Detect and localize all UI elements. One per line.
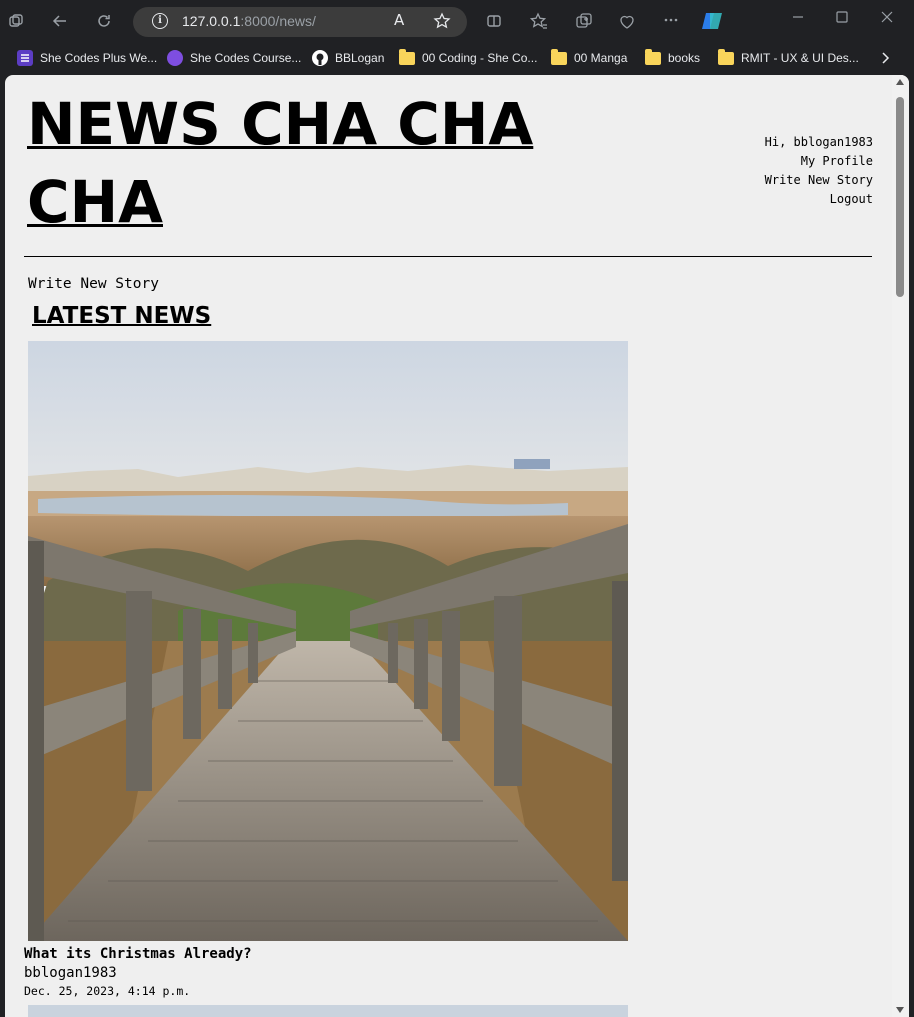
- read-aloud-icon[interactable]: A: [394, 12, 404, 28]
- bookmark-item[interactable]: books: [645, 48, 701, 67]
- latest-news-heading: LATEST NEWS: [32, 303, 212, 329]
- copilot-icon[interactable]: [700, 9, 724, 36]
- bookmark-label: She Codes Course...: [190, 51, 302, 65]
- story-author: bblogan1983: [24, 965, 117, 981]
- scroll-down-icon[interactable]: [896, 1007, 904, 1013]
- folder-icon: [551, 48, 567, 65]
- bookmark-item[interactable]: She Codes Plus We...: [17, 49, 157, 67]
- bookmarks-bar: She Codes Plus We... She Codes Course...…: [0, 42, 914, 74]
- url-text[interactable]: 127.0.0.1:8000/news/: [182, 13, 316, 29]
- user-greeting: Hi, bblogan1983: [764, 135, 873, 149]
- close-icon[interactable]: [880, 10, 894, 28]
- bookmark-label: RMIT - UX & UI Des...: [741, 51, 859, 65]
- folder-icon: [399, 48, 415, 65]
- next-story-image[interactable]: [28, 1005, 628, 1017]
- story-title[interactable]: What its Christmas Already?: [24, 946, 252, 962]
- bookmark-item[interactable]: 00 Manga: [551, 48, 628, 67]
- back-icon[interactable]: [52, 13, 68, 32]
- favorites-icon[interactable]: [529, 12, 548, 33]
- bookmark-label: 00 Manga: [574, 51, 628, 65]
- circle-icon: [167, 50, 183, 66]
- site-info-icon[interactable]: i: [152, 13, 168, 29]
- write-new-story-nav-link[interactable]: Write New Story: [765, 171, 873, 190]
- page-viewport: NEWS CHA CHA CHA Hi, bblogan1983 My Prof…: [5, 75, 909, 1017]
- write-new-story-link[interactable]: Write New Story: [28, 276, 159, 292]
- browser-titlebar: i 127.0.0.1:8000/news/ A: [0, 0, 914, 42]
- refresh-icon[interactable]: [96, 13, 112, 32]
- scroll-up-icon[interactable]: [896, 79, 904, 85]
- header-divider: [24, 256, 872, 257]
- minimize-icon[interactable]: [791, 10, 805, 28]
- more-options-icon[interactable]: [663, 12, 679, 31]
- my-profile-link[interactable]: My Profile: [765, 152, 873, 171]
- list-icon: [17, 50, 33, 66]
- bookmark-label: She Codes Plus We...: [40, 51, 158, 65]
- github-icon: [312, 50, 328, 66]
- story-date: Dec. 25, 2023, 4:14 p.m.: [24, 984, 191, 998]
- maximize-icon[interactable]: [835, 10, 849, 28]
- site-title[interactable]: NEWS CHA CHA CHA: [27, 85, 587, 241]
- bookmark-item[interactable]: 00 Coding - She Co...: [399, 48, 538, 67]
- story-image[interactable]: [28, 341, 628, 941]
- split-screen-icon[interactable]: [486, 13, 502, 32]
- browser-essentials-icon[interactable]: [618, 12, 636, 33]
- bookmark-item[interactable]: RMIT - UX & UI Des...: [718, 48, 859, 67]
- collections-icon[interactable]: [575, 12, 593, 33]
- favorite-star-icon[interactable]: [433, 12, 451, 33]
- bookmark-label: books: [668, 51, 701, 65]
- logout-link[interactable]: Logout: [765, 190, 873, 209]
- scroll-thumb[interactable]: [896, 97, 904, 297]
- folder-icon: [718, 48, 734, 65]
- page-scrollbar[interactable]: [892, 75, 909, 1017]
- bookmark-label: 00 Coding - She Co...: [422, 51, 538, 65]
- user-nav: Hi, bblogan1983 My Profile Write New Sto…: [765, 133, 873, 209]
- bookmark-item[interactable]: She Codes Course...: [167, 49, 301, 67]
- workspaces-icon[interactable]: [8, 13, 24, 32]
- bookmark-label: BBLogan: [335, 51, 385, 65]
- folder-icon: [645, 48, 661, 65]
- chevron-right-icon[interactable]: [879, 51, 891, 68]
- bookmark-item[interactable]: BBLogan: [312, 49, 384, 67]
